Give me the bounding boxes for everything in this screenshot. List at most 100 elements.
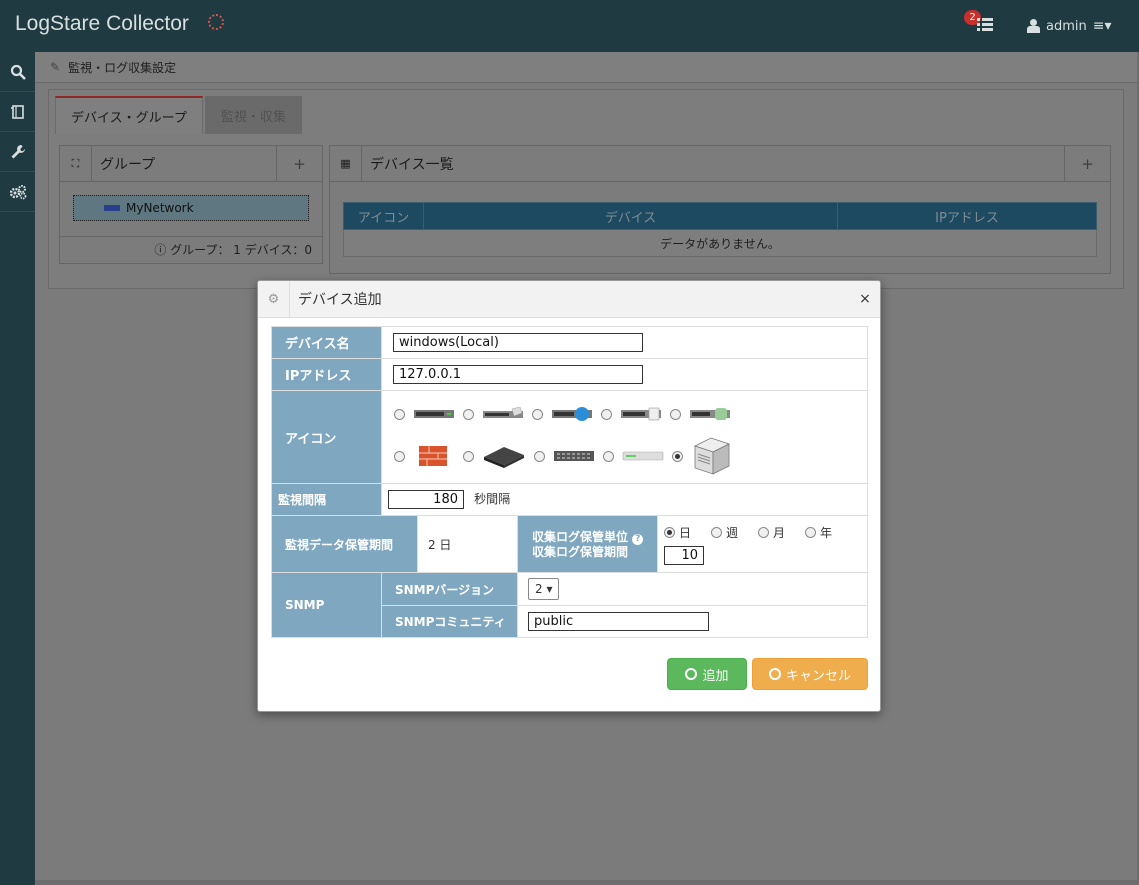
icon-option-9[interactable] [603, 449, 664, 463]
user-menu[interactable]: admin ≡▾ [1027, 18, 1112, 34]
icon-radio[interactable] [603, 450, 614, 462]
device-table: アイコン デバイス IPアドレス データがありません。 [343, 202, 1097, 257]
log-unit-day: 日 [678, 525, 691, 540]
icon-option-1[interactable] [394, 407, 455, 421]
tower-server-icon [693, 437, 731, 475]
add-device-button[interactable]: + [1064, 145, 1110, 182]
appliance-icon [622, 451, 664, 461]
ip-address-field[interactable] [393, 365, 643, 384]
icon-option-4[interactable] [601, 406, 662, 422]
snmp-community-field[interactable] [527, 612, 709, 631]
column-header-device[interactable]: デバイス [423, 202, 838, 230]
add-device-dialog: ⚙ デバイス追加 × デバイス名 IPアドレス アイコン [257, 280, 881, 712]
group-panel-title: グループ [100, 156, 156, 173]
log-unit-year: 年 [820, 525, 833, 540]
breadcrumb-label: 監視・ログ収集設定 [68, 60, 177, 75]
interval-field[interactable] [388, 490, 464, 509]
icon-radio[interactable] [394, 408, 405, 420]
close-button[interactable]: × [850, 291, 880, 307]
group-panel-header: ⛶ グループ + [60, 145, 322, 182]
menu-icon: ≡▾ [1092, 18, 1112, 34]
icon-radio[interactable] [534, 450, 545, 462]
table-icon: ▦ [330, 145, 362, 182]
router-icon [484, 447, 524, 468]
help-icon[interactable]: ? [632, 533, 644, 545]
snmp-version-label: SNMPバージョン [381, 572, 518, 606]
icon-radio[interactable] [394, 450, 405, 462]
log-settings-cell: 日 週 月 年 [656, 515, 869, 573]
user-name: admin [1046, 18, 1087, 34]
loading-spinner-icon [208, 14, 224, 30]
log-unit-radio-year[interactable] [805, 526, 817, 538]
icon-option-5[interactable] [670, 406, 731, 422]
retention-label: 監視データ保管期間 [271, 515, 418, 573]
snmp-version-value: 2 [534, 582, 543, 596]
column-header-ip[interactable]: IPアドレス [837, 202, 1097, 230]
log-unit-radio-day[interactable] [663, 526, 675, 538]
icon-row-1 [382, 395, 867, 433]
icon-option-7[interactable] [463, 443, 526, 469]
rack-server-icon [414, 410, 454, 418]
sidebar-item-system[interactable] [0, 172, 35, 212]
cancel-button-label: キャンセル [785, 668, 851, 684]
log-unit-radio-month[interactable] [758, 526, 770, 538]
device-name-label: デバイス名 [271, 326, 382, 359]
icon-radio[interactable] [532, 408, 543, 420]
notifications-button[interactable]: 2 [964, 10, 994, 38]
group-node[interactable]: MyNetwork [73, 195, 309, 221]
wrench-icon [11, 144, 25, 158]
firewall-icon [419, 446, 447, 466]
web-server-icon [552, 407, 592, 421]
icon-radio[interactable] [601, 408, 612, 420]
search-icon [10, 64, 26, 80]
info-icon: ⓘ [154, 243, 167, 257]
dialog-header: ⚙ デバイス追加 × [258, 280, 880, 318]
book-icon [10, 104, 24, 119]
log-settings-label: 収集ログ保管単位 ? 収集ログ保管期間 [516, 515, 658, 573]
mail-server-icon [621, 407, 661, 421]
add-button-label: 追加 [702, 668, 729, 684]
add-button[interactable]: 追加 [667, 658, 747, 690]
icon-radio-selected[interactable] [672, 450, 683, 462]
device-form: デバイス名 IPアドレス アイコン [271, 326, 869, 638]
icon-radio[interactable] [670, 408, 681, 420]
snmp-version-select[interactable]: 2 ▾ [527, 578, 560, 600]
group-count-text: グループ： 1 デバイス：0 [170, 243, 312, 257]
icon-option-6[interactable] [394, 444, 455, 468]
app-title[interactable]: LogStare Collector [15, 12, 189, 36]
tab-device-group[interactable]: デバイス・グループ [55, 96, 203, 134]
icon-radio[interactable] [463, 450, 474, 462]
sidebar-item-settings[interactable] [0, 132, 35, 172]
task-list-icon [977, 18, 993, 32]
sidebar-item-search[interactable] [0, 52, 35, 92]
column-header-icon[interactable]: アイコン [343, 202, 424, 230]
storage-device-icon [483, 407, 523, 418]
icon-option-8[interactable] [534, 448, 595, 464]
database-server-icon [690, 408, 730, 420]
group-panel: ⛶ グループ + MyNetwork ⓘ グループ： 1 デバイス：0 [59, 145, 323, 264]
snmp-label: SNMP [271, 572, 382, 638]
icon-option-10[interactable] [672, 436, 733, 476]
log-unit-radio-week[interactable] [711, 526, 722, 538]
icon-option-2[interactable] [463, 407, 524, 421]
device-name-field[interactable] [393, 333, 643, 352]
add-group-button[interactable]: + [276, 145, 322, 182]
empty-table-message: データがありません。 [343, 229, 1097, 257]
cancel-button[interactable]: キャンセル [752, 658, 868, 690]
log-unit-month: 月 [773, 525, 786, 540]
breadcrumb: ✎ 監視・ログ収集設定 [35, 52, 1137, 83]
log-unit-week: 週 [726, 525, 739, 540]
sidebar-item-book[interactable] [0, 92, 35, 132]
snmp-community-label: SNMPコミュニティ [381, 605, 518, 638]
wrench-icon: ✎ [50, 60, 61, 74]
icon-label: アイコン [271, 390, 382, 484]
gear-icon: ⚙ [258, 280, 290, 318]
ip-label: IPアドレス [271, 358, 382, 391]
icon-radio[interactable] [463, 408, 474, 420]
sidebar [0, 52, 35, 885]
icon-option-3[interactable] [532, 406, 593, 422]
log-period-field[interactable] [663, 545, 704, 565]
sitemap-icon: ⛶ [60, 145, 92, 182]
top-bar: LogStare Collector 2 admin ≡▾ [0, 0, 1139, 52]
tab-monitoring[interactable]: 監視・収集 [204, 96, 302, 134]
